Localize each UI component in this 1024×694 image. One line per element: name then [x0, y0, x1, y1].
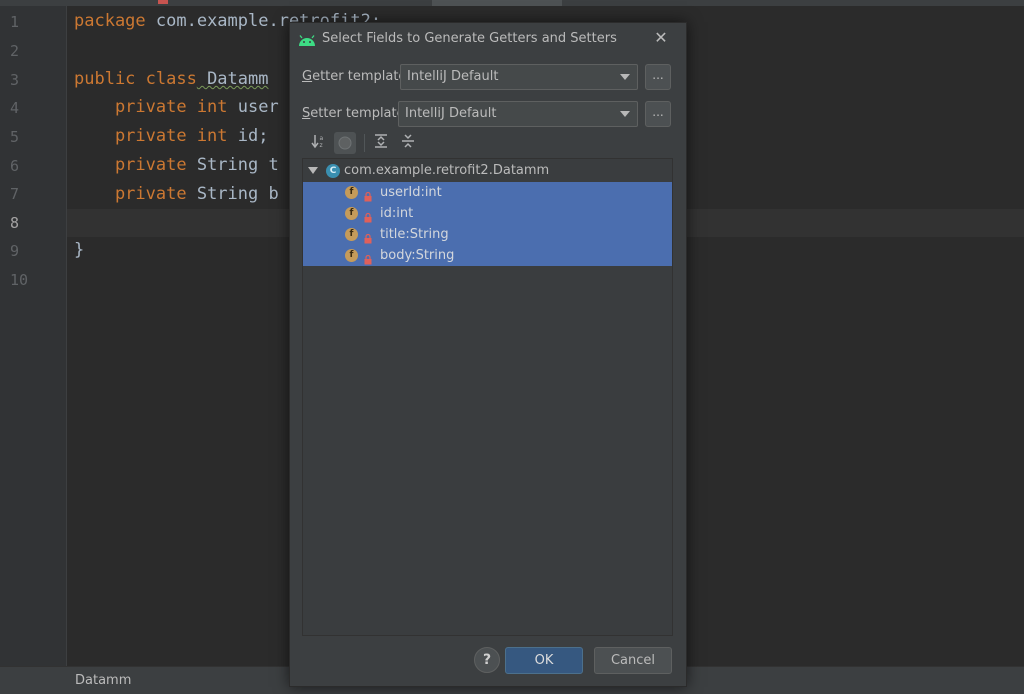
expand-all-icon[interactable]	[371, 133, 391, 153]
editor-tab-strip[interactable]	[0, 0, 1024, 6]
code-text: user	[227, 97, 279, 117]
code-line[interactable]: public class Datamm	[74, 69, 268, 89]
fields-tree[interactable]: C com.example.retrofit2.Datamm f userId:…	[302, 158, 673, 636]
code-keyword: private	[74, 155, 187, 175]
getter-template-browse-button[interactable]: ...	[645, 64, 671, 90]
code-line[interactable]: private int id;	[74, 126, 269, 146]
setter-template-dropdown[interactable]: IntelliJ Default	[398, 101, 638, 127]
dialog-title-bar[interactable]: Select Fields to Generate Getters and Se…	[290, 23, 686, 55]
code-class-name: Datamm	[196, 69, 269, 89]
tree-field-item[interactable]: f title:String	[303, 224, 672, 245]
chevron-down-icon	[620, 111, 630, 117]
line-number-current: 8	[10, 214, 20, 232]
line-number: 3	[10, 71, 20, 89]
getter-template-label: Getter template:	[302, 69, 411, 84]
line-number: 9	[10, 242, 20, 260]
breadcrumb[interactable]: Datamm	[75, 673, 131, 688]
active-tab[interactable]	[432, 0, 562, 6]
close-icon[interactable]: ✕	[652, 29, 670, 47]
tree-root-class[interactable]: C com.example.retrofit2.Datamm	[303, 161, 672, 181]
help-button[interactable]: ?	[474, 647, 500, 673]
code-keyword: private	[74, 184, 187, 204]
show-inherited-icon	[338, 136, 352, 150]
lock-icon	[364, 229, 372, 244]
code-keyword: private int	[74, 126, 228, 146]
field-label: title:String	[380, 227, 449, 242]
dialog-title: Select Fields to Generate Getters and Se…	[322, 31, 617, 46]
line-number: 1	[10, 13, 20, 31]
setter-template-label: Setter template:	[302, 106, 409, 121]
getter-template-value: IntelliJ Default	[407, 69, 499, 84]
setter-template-value: IntelliJ Default	[405, 106, 497, 121]
lock-icon	[364, 187, 372, 202]
field-icon: f	[345, 228, 358, 241]
expand-arrow-icon[interactable]	[308, 167, 318, 174]
svg-text:a: a	[320, 135, 324, 142]
code-keyword: package	[74, 11, 146, 31]
sort-alpha-icon[interactable]: az	[309, 133, 329, 153]
code-line[interactable]: }	[74, 240, 84, 260]
line-number: 7	[10, 185, 20, 203]
generate-getters-setters-dialog: Select Fields to Generate Getters and Se…	[289, 22, 687, 687]
tree-field-item[interactable]: f userId:int	[303, 182, 672, 203]
tree-root-label: com.example.retrofit2.Datamm	[344, 163, 550, 178]
toolbar-separator	[364, 134, 365, 152]
code-line[interactable]: private String t	[74, 155, 279, 175]
lock-icon	[364, 208, 372, 223]
field-icon: f	[345, 207, 358, 220]
code-text: }	[74, 240, 85, 260]
line-number: 5	[10, 128, 20, 146]
field-label: body:String	[380, 248, 455, 263]
line-number: 6	[10, 157, 20, 175]
field-label: id:int	[380, 206, 414, 221]
setter-template-browse-button[interactable]: ...	[645, 101, 671, 127]
code-keyword: private int	[74, 97, 228, 117]
ok-button[interactable]: OK	[505, 647, 583, 674]
svg-text:z: z	[320, 142, 323, 149]
cancel-button[interactable]: Cancel	[594, 647, 672, 674]
code-keyword: public class	[74, 69, 197, 89]
field-icon: f	[345, 249, 358, 262]
collapse-all-icon[interactable]	[398, 133, 418, 153]
line-number: 10	[10, 271, 29, 289]
tree-field-item[interactable]: f body:String	[303, 245, 672, 266]
code-line[interactable]: private int user	[74, 97, 279, 117]
tab-marker	[158, 0, 168, 4]
tree-field-item[interactable]: f id:int	[303, 203, 672, 224]
line-number: 4	[10, 99, 20, 117]
android-icon	[298, 32, 316, 51]
show-inherited-toggle[interactable]	[334, 132, 356, 154]
field-label: userId:int	[380, 185, 442, 200]
class-icon: C	[326, 164, 340, 178]
getter-template-dropdown[interactable]: IntelliJ Default	[400, 64, 638, 90]
line-number: 2	[10, 42, 20, 60]
code-text: String t	[186, 155, 279, 175]
lock-icon	[364, 250, 372, 265]
code-line[interactable]: private String b	[74, 184, 279, 204]
field-icon: f	[345, 186, 358, 199]
code-text: id;	[227, 126, 269, 146]
chevron-down-icon	[620, 74, 630, 80]
code-text: String b	[186, 184, 279, 204]
